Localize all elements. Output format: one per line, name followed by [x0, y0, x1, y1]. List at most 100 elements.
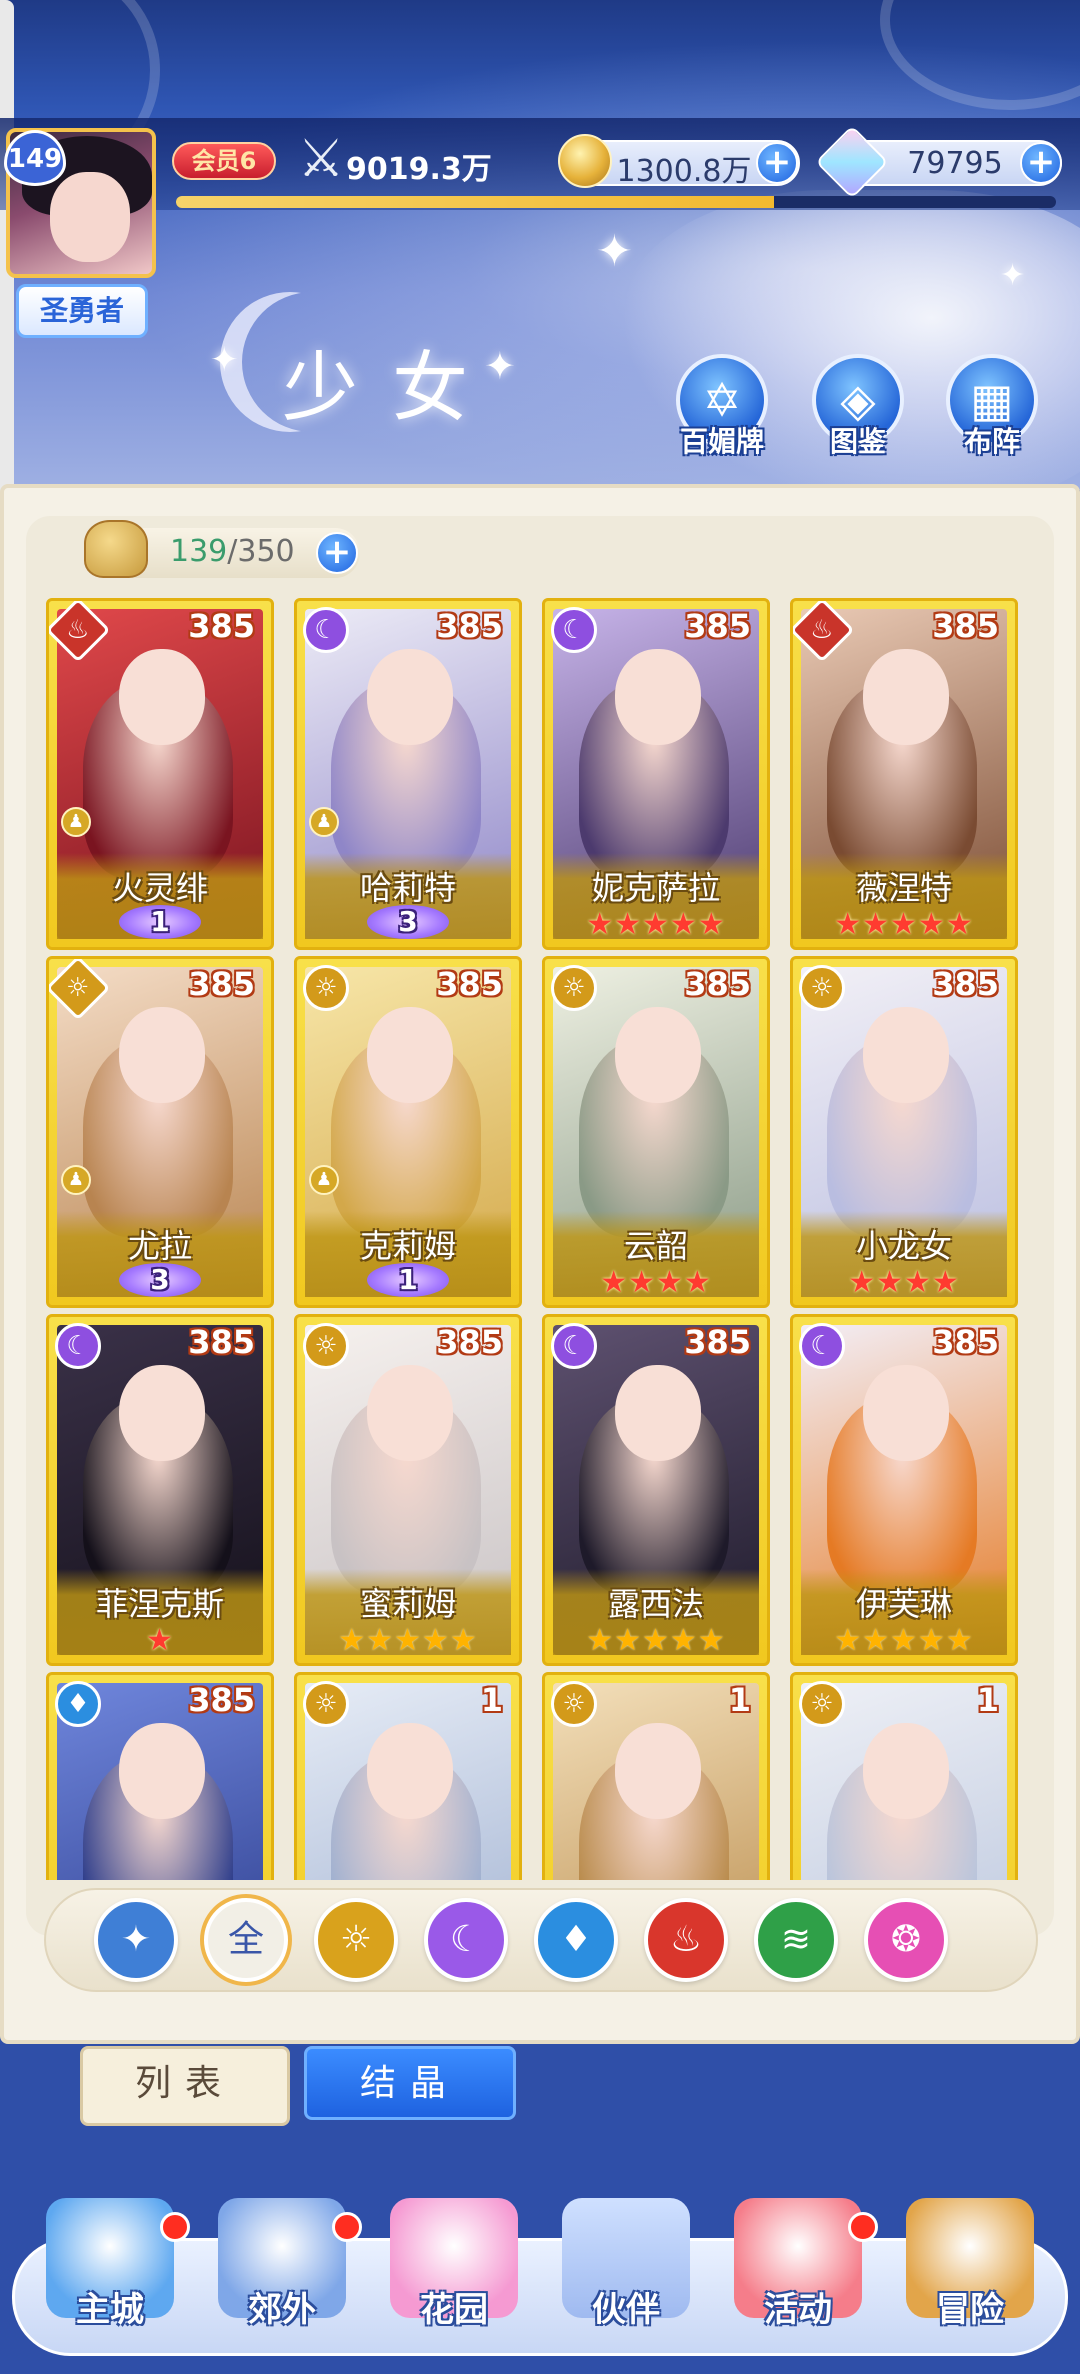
- formation-label: 布阵: [963, 425, 1020, 458]
- fire-icon: ♨: [669, 1919, 703, 1960]
- portrait-head: [615, 649, 701, 745]
- filter-water-button[interactable]: ♦: [534, 1898, 618, 1982]
- nav-heart-garden[interactable]: 花园: [374, 2198, 534, 2368]
- sun-icon: ☼: [303, 965, 349, 1011]
- sparkle-icon: ✦: [1000, 258, 1026, 293]
- portrait-head: [863, 1723, 949, 1819]
- capacity-current: 139: [170, 534, 228, 569]
- character-card[interactable]: ☾ 385 菲涅克斯 ★: [46, 1314, 274, 1666]
- character-card[interactable]: ☼ 385 小龙女 ★★★★: [790, 956, 1018, 1308]
- nav-partner[interactable]: 伙伴: [546, 2198, 706, 2368]
- nav-label: 花园: [420, 2290, 488, 2330]
- character-card[interactable]: ☾ 385 妮克萨拉 ★★★★★: [542, 598, 770, 950]
- tab-list[interactable]: 列表: [80, 2046, 290, 2126]
- capacity-separator: /: [227, 534, 238, 569]
- nav-label: 郊外: [248, 2290, 316, 2330]
- gallery-button[interactable]: ◈ 图鉴: [806, 354, 910, 474]
- star-rating: ★★★★★: [834, 907, 974, 942]
- character-card[interactable]: ☼ 1: [294, 1672, 522, 1880]
- filter-sun-button[interactable]: ☼: [314, 1898, 398, 1982]
- moon-icon: ☾: [799, 1323, 845, 1369]
- character-card[interactable]: ☼ 385 尤拉 ♟ 3: [46, 956, 274, 1308]
- character-name: 火灵绯: [111, 869, 208, 907]
- hero-banner: [0, 0, 1080, 490]
- character-level: 385: [188, 607, 255, 645]
- star-rating: ★: [146, 1623, 174, 1658]
- character-grid: ♨ 385 火灵绯 ♟ 1 ☾ 385 哈莉特 ♟ 3 ☾ 385 妮克萨拉 ★★★★★ ♨ 385 薇涅特 ★★…: [46, 598, 1040, 1880]
- tornado-icon: ≋: [780, 1919, 812, 1960]
- filter-earth-button[interactable]: ≋: [754, 1898, 838, 1982]
- sun-icon: ☼: [551, 1681, 597, 1727]
- character-level: 385: [188, 1323, 255, 1361]
- character-card[interactable]: ☼ 385 云韶 ★★★★: [542, 956, 770, 1308]
- formation-button[interactable]: ▦ 布阵: [940, 354, 1044, 474]
- sun-icon: ☼: [303, 1323, 349, 1369]
- sun-icon: ☼: [339, 1919, 373, 1960]
- tab-crystal[interactable]: 结晶: [304, 2046, 516, 2120]
- portrait-head: [119, 649, 205, 745]
- portrait-head: [367, 1723, 453, 1819]
- star-rating: ★★★★★: [338, 1623, 478, 1658]
- character-level: 385: [436, 965, 503, 1003]
- character-name: 蜜莉姆: [359, 1585, 456, 1623]
- sun-icon: ☼: [799, 1681, 845, 1727]
- vip-badge[interactable]: 会员6: [172, 142, 276, 180]
- character-card[interactable]: ♦ 385: [46, 1672, 274, 1880]
- portrait-head: [615, 1365, 701, 1461]
- water-icon: ♦: [559, 1919, 593, 1960]
- character-card[interactable]: ♨ 385 火灵绯 ♟ 1: [46, 598, 274, 950]
- chess-pawn-icon: ♟: [309, 1165, 339, 1195]
- moon-icon: ☾: [303, 607, 349, 653]
- character-name: 云韶: [623, 1227, 688, 1265]
- hundred-charm-cards-button[interactable]: ✡ 百媚牌: [670, 354, 774, 474]
- character-name: 菲涅克斯: [95, 1585, 224, 1623]
- exp-bar-fill: [176, 196, 775, 208]
- character-level: 1: [976, 1681, 999, 1719]
- bag-icon: [84, 520, 148, 578]
- portrait-head: [863, 1007, 949, 1103]
- character-card[interactable]: ♨ 385 薇涅特 ★★★★★: [790, 598, 1018, 950]
- character-card[interactable]: ☾ 385 哈莉特 ♟ 3: [294, 598, 522, 950]
- decor-swirl: [880, 0, 1080, 110]
- add-gold-button[interactable]: +: [756, 142, 798, 184]
- awaken-wing-badge: 1: [367, 1263, 449, 1297]
- portrait-head: [119, 1007, 205, 1103]
- portrait-head: [119, 1365, 205, 1461]
- character-card[interactable]: ☼ 385 蜜莉姆 ★★★★★: [294, 1314, 522, 1666]
- add-gems-button[interactable]: +: [1020, 142, 1062, 184]
- gold-coin-icon: [558, 134, 612, 188]
- notification-dot: [848, 2212, 878, 2242]
- character-level: 385: [684, 965, 751, 1003]
- chess-pawn-icon: ♟: [61, 1165, 91, 1195]
- filter-wind-button[interactable]: ✦: [94, 1898, 178, 1982]
- character-card[interactable]: ☾ 385 伊芙琳 ★★★★★: [790, 1314, 1018, 1666]
- character-level: 385: [436, 1323, 503, 1361]
- chess-pawn-icon: ♟: [309, 807, 339, 837]
- character-card[interactable]: ☼ 385 克莉姆 ♟ 1: [294, 956, 522, 1308]
- filter-fire-button[interactable]: ♨: [644, 1898, 728, 1982]
- awaken-wing-badge: 1: [119, 905, 201, 939]
- moon-icon: ☾: [551, 1323, 597, 1369]
- star-rating: ★★★★★: [586, 1623, 726, 1658]
- portrait-head: [863, 649, 949, 745]
- character-level: 385: [684, 1323, 751, 1361]
- filter-all-button[interactable]: 全: [204, 1898, 288, 1982]
- sword-wings-icon: ⚔: [297, 129, 345, 189]
- expand-capacity-button[interactable]: +: [316, 532, 358, 574]
- chess-pawn-icon: ♟: [61, 807, 91, 837]
- star-rating: ★★★★★: [834, 1623, 974, 1658]
- all-icon: 全: [227, 1919, 264, 1960]
- nav-compass[interactable]: 冒险: [890, 2198, 1050, 2368]
- filter-moon-button[interactable]: ☾: [424, 1898, 508, 1982]
- nav-label: 活动: [764, 2290, 832, 2330]
- character-card[interactable]: ☾ 385 露西法 ★★★★★: [542, 1314, 770, 1666]
- player-title-tag[interactable]: 圣勇者: [16, 284, 148, 338]
- gallery-label: 图鉴: [829, 425, 886, 458]
- character-card[interactable]: ☼ 1: [790, 1672, 1018, 1880]
- sun-icon: ☼: [551, 965, 597, 1011]
- capacity-max: 350: [237, 534, 295, 569]
- portrait-head: [615, 1723, 701, 1819]
- gold-value: 1300.8万: [616, 154, 752, 189]
- character-card[interactable]: ☼ 1: [542, 1672, 770, 1880]
- filter-love-button[interactable]: ❂: [864, 1898, 948, 1982]
